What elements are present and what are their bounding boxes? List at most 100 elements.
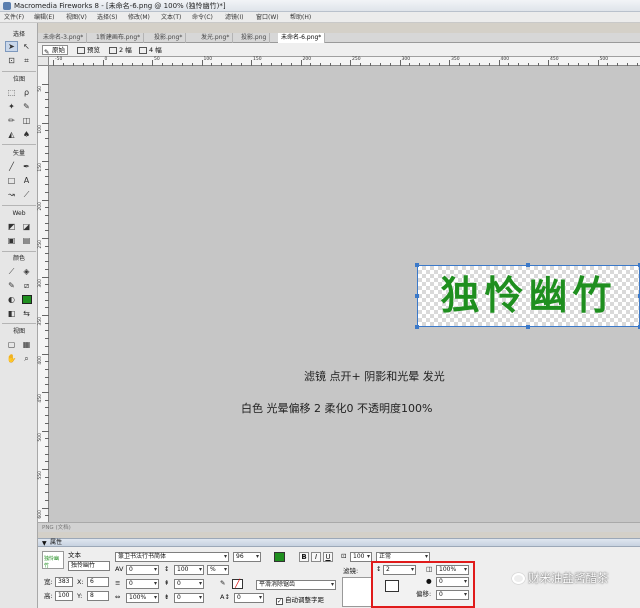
slice-tool-icon[interactable]: ◪ [20, 221, 33, 232]
tab-document[interactable]: 1新建画布.png* [93, 33, 145, 43]
zoom-tool-icon[interactable]: ⌕ [20, 353, 33, 364]
menu-filters[interactable]: 滤镜(I) [225, 13, 243, 22]
tools-divider [2, 251, 36, 252]
resize-handle[interactable] [526, 263, 530, 267]
swap-colors-icon[interactable]: ⇆ [20, 308, 33, 319]
menu-commands[interactable]: 命令(C) [192, 13, 213, 22]
menu-window[interactable]: 窗口(W) [256, 13, 279, 22]
tab-document[interactable]: 投影.png [238, 33, 271, 43]
bold-button[interactable]: B [299, 552, 309, 562]
resize-handle[interactable] [415, 263, 419, 267]
menu-help[interactable]: 帮助(H) [290, 13, 311, 22]
height-field[interactable]: 100 [55, 591, 73, 601]
pen-tool-icon[interactable]: ✒ [20, 161, 33, 172]
leading-unit-select[interactable]: % [207, 565, 229, 575]
menu-modify[interactable]: 修改(M) [128, 13, 150, 22]
resize-handle[interactable] [415, 325, 419, 329]
stroke-pencil-icon[interactable]: ✎ [220, 579, 225, 588]
font-family-select[interactable]: 篆卫书法行书简体 [115, 552, 229, 562]
pencil-tool-icon[interactable]: ✏ [5, 115, 18, 126]
ruler-label: 300 [401, 57, 411, 62]
hide-slices-icon[interactable]: ▣ [5, 235, 18, 246]
horizontal-scale-icon: ⇔ [115, 593, 121, 601]
vertical-ruler[interactable]: 50 100 150 200 250 300 350 400 450 500 550 600 [38, 66, 49, 530]
collapse-arrow-icon[interactable]: ▼ [42, 540, 47, 547]
crop-tool-icon[interactable]: ⌗ [20, 55, 33, 66]
marquee-tool-icon[interactable]: ⬚ [5, 87, 18, 98]
ruler-tick [42, 276, 49, 278]
view-original-label: 原始 [52, 46, 65, 54]
y-field[interactable]: 8 [87, 591, 109, 601]
rectangle-tool-icon[interactable]: □ [5, 175, 18, 186]
tab-document[interactable]: 发光.png* [198, 33, 234, 43]
object-name-field[interactable]: 独怜幽竹 [68, 561, 110, 571]
x-field[interactable]: 6 [87, 577, 109, 587]
magic-wand-tool-icon[interactable]: ✦ [5, 101, 18, 112]
underline-button[interactable]: U [323, 552, 333, 562]
eyedropper-tool-icon[interactable]: ⟋ [5, 266, 18, 277]
font-size-select[interactable]: 96 [233, 552, 261, 562]
kerning-field[interactable]: 0 [126, 565, 159, 575]
standard-screen-mode-icon[interactable]: ▢ [5, 339, 18, 350]
blur-tool-icon[interactable]: ◭ [5, 129, 18, 140]
text-object-selection[interactable]: 独怜幽竹 [415, 263, 640, 329]
ruler-label: 50 [38, 86, 43, 92]
no-stroke-swatch-icon[interactable]: ╱ [232, 579, 243, 589]
line-tool-icon[interactable]: ╱ [5, 161, 18, 172]
view-2up-button[interactable]: 2 幅 [108, 45, 134, 55]
subselect-tool-icon[interactable]: ↖ [20, 41, 33, 52]
menu-text[interactable]: 文本(T) [161, 13, 181, 22]
canvas-text-object[interactable]: 独怜幽竹 [418, 266, 639, 326]
view-original-button[interactable]: ✎ 原始 [42, 45, 68, 56]
hand-tool-icon[interactable]: ✋ [5, 353, 18, 364]
space-after-field[interactable]: 0 [174, 593, 204, 603]
ruler-tick [42, 469, 49, 470]
y-label: Y: [77, 592, 83, 600]
italic-button[interactable]: I [311, 552, 321, 562]
tab-document[interactable]: 未命名-3.png* [40, 33, 88, 43]
full-screen-mode-icon[interactable]: ▦ [20, 339, 33, 350]
menu-edit[interactable]: 编辑(E) [34, 13, 54, 22]
resize-handle[interactable] [526, 325, 530, 329]
view-4up-button[interactable]: 4 幅 [138, 45, 164, 55]
indent-field[interactable]: 0 [126, 579, 159, 589]
tab-document-active[interactable]: 未命名-6.png* [278, 33, 326, 43]
horizontal-scale-field[interactable]: 100% [126, 593, 159, 603]
brush-tool-icon[interactable]: ✎ [20, 101, 33, 112]
hotspot-tool-icon[interactable]: ◩ [5, 221, 18, 232]
paint-bucket-tool-icon[interactable]: ◈ [20, 266, 33, 277]
rubber-stamp-tool-icon[interactable]: ♠ [20, 129, 33, 140]
lasso-tool-icon[interactable]: ρ [20, 87, 33, 98]
properties-panel-header[interactable]: ▼ 属性 [38, 538, 640, 547]
freeform-tool-icon[interactable]: ↝ [5, 189, 18, 200]
resize-handle[interactable] [415, 294, 419, 298]
menu-file[interactable]: 文件(F) [4, 13, 24, 22]
knife-tool-icon[interactable]: ⟋ [20, 189, 33, 200]
space-before-field[interactable]: 0 [174, 579, 204, 589]
opacity-field[interactable]: 100 [350, 552, 372, 562]
filters-label: 滤镜: [343, 567, 359, 575]
ruler-label: 350 [451, 57, 460, 62]
leading-field[interactable]: 100 [174, 565, 204, 575]
default-colors-icon[interactable]: ◧ [5, 308, 18, 319]
auto-kern-checkbox[interactable]: ✓ [276, 598, 283, 605]
pointer-tool-icon[interactable]: ➤ [5, 41, 18, 52]
tab-document[interactable]: 投影.png* [151, 33, 187, 43]
text-fill-color-swatch[interactable] [274, 552, 285, 562]
fill-color-icon[interactable]: ◐ [5, 294, 18, 305]
baseline-shift-field[interactable]: 0 [234, 593, 264, 603]
horizontal-ruler[interactable]: -50 0 50 100 150 200 250 300 350 400 450 500 [49, 57, 640, 66]
antialias-select[interactable]: 平滑消除锯齿 [256, 580, 336, 590]
fill-color-swatch[interactable] [20, 294, 33, 305]
no-stroke-swatch-icon[interactable]: ⧄ [20, 280, 33, 291]
text-tool-icon[interactable]: A [20, 175, 33, 186]
eraser-tool-icon[interactable]: ◫ [20, 115, 33, 126]
width-field[interactable]: 383 [55, 577, 73, 587]
menu-view[interactable]: 视图(V) [66, 13, 87, 22]
view-preview-button[interactable]: 预览 [76, 45, 102, 55]
stroke-color-icon[interactable]: ✎ [5, 280, 18, 291]
document-canvas[interactable]: 独怜幽竹 滤镜 点开+ 阴影和光晕 发光 白色 光晕偏移 2 柔化0 不透明度1… [49, 66, 640, 530]
menu-select[interactable]: 选择(S) [97, 13, 118, 22]
scale-tool-icon[interactable]: ⊡ [5, 55, 18, 66]
show-slices-icon[interactable]: ▤ [20, 235, 33, 246]
